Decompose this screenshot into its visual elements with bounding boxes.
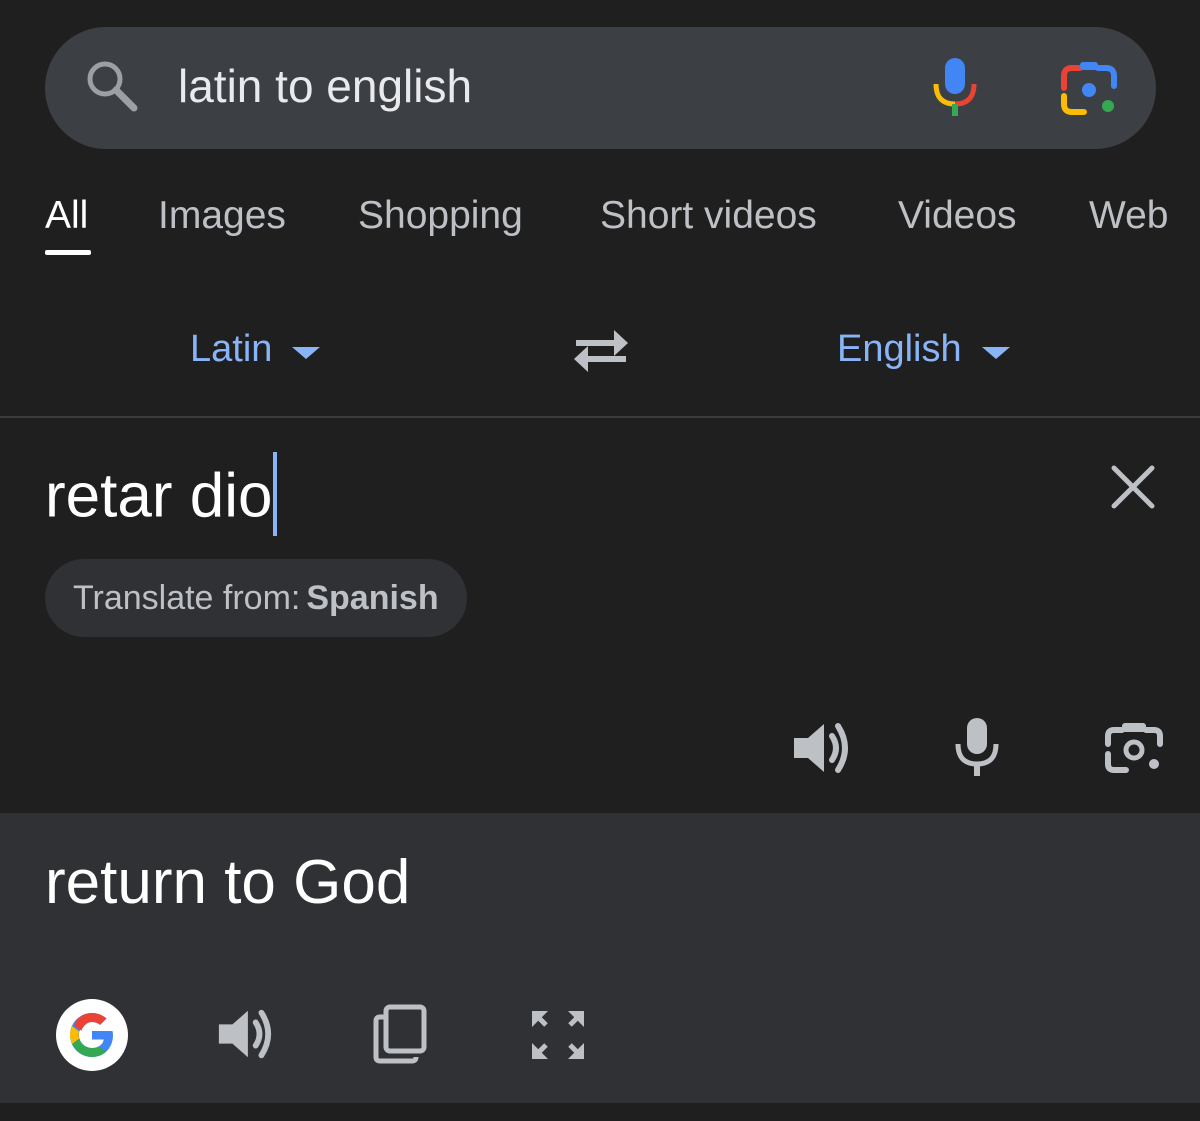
- source-text-input[interactable]: retar dio: [45, 452, 278, 542]
- copy-icon[interactable]: [372, 1003, 428, 1065]
- active-tab-indicator: [45, 250, 91, 255]
- tab-short-videos[interactable]: Short videos: [600, 194, 817, 238]
- tab-shopping[interactable]: Shopping: [358, 194, 523, 238]
- language-selector-row: Latin English: [0, 280, 1200, 418]
- tab-all[interactable]: All: [45, 194, 88, 238]
- mic-icon[interactable]: [930, 56, 980, 118]
- source-text-value: retar dio: [45, 461, 273, 531]
- source-text-panel: retar dio Translate from: Spanish: [0, 418, 1200, 813]
- target-language-select[interactable]: English: [837, 328, 1010, 371]
- search-input[interactable]: [178, 55, 878, 117]
- tab-images[interactable]: Images: [158, 194, 286, 238]
- translate-from-suggestion-chip[interactable]: Translate from: Spanish: [45, 559, 467, 637]
- speaker-icon[interactable]: [215, 1005, 275, 1063]
- translate-from-label: Translate from:: [73, 578, 301, 617]
- close-icon[interactable]: [1110, 464, 1156, 510]
- google-search-page: All Images Shopping Short videos Videos …: [0, 0, 1200, 1121]
- speaker-icon[interactable]: [790, 718, 852, 778]
- translated-text: return to God: [45, 848, 411, 917]
- google-lens-icon[interactable]: [1058, 60, 1120, 120]
- chevron-down-icon: [292, 346, 321, 359]
- target-language-label: English: [837, 328, 962, 370]
- source-language-select[interactable]: Latin: [190, 328, 321, 371]
- google-logo[interactable]: [56, 999, 128, 1071]
- fullscreen-icon[interactable]: [528, 1007, 588, 1063]
- swap-languages-icon[interactable]: [570, 326, 632, 376]
- tab-web[interactable]: Web: [1089, 194, 1169, 238]
- bottom-divider: [0, 1103, 1200, 1121]
- google-g-icon: [70, 1013, 113, 1057]
- search-icon[interactable]: [84, 58, 140, 114]
- tab-videos[interactable]: Videos: [898, 194, 1017, 238]
- search-tabs: All Images Shopping Short videos Videos …: [0, 180, 1200, 260]
- chevron-down-icon: [981, 346, 1010, 359]
- translation-output-panel: return to God: [0, 813, 1200, 1103]
- source-language-label: Latin: [190, 328, 273, 370]
- mic-icon[interactable]: [952, 716, 1002, 778]
- text-cursor: [273, 452, 278, 536]
- detected-language: Spanish: [306, 578, 439, 617]
- camera-icon[interactable]: [1104, 720, 1164, 776]
